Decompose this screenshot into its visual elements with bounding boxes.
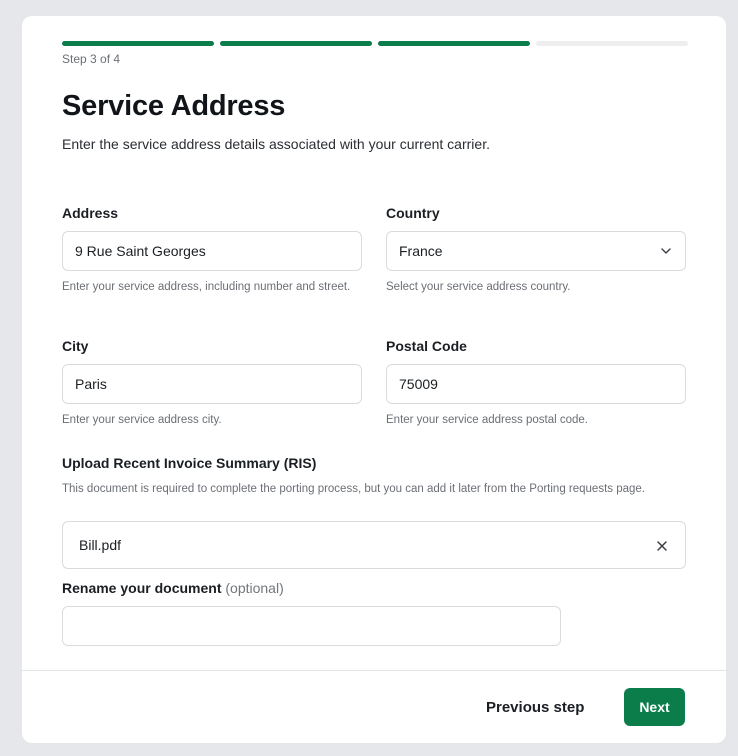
upload-help: This document is required to complete th… <box>62 483 645 495</box>
wizard-card: Step 3 of 4 Service Address Enter the se… <box>22 16 726 743</box>
next-button[interactable]: Next <box>624 688 685 726</box>
country-help: Select your service address country. <box>386 281 571 293</box>
city-label: City <box>62 338 89 354</box>
chevron-down-icon <box>661 248 671 254</box>
address-help: Enter your service address, including nu… <box>62 281 351 293</box>
rename-label-text: Rename your document <box>62 580 222 596</box>
optional-hint: (optional) <box>225 580 284 596</box>
progress-segment-1 <box>62 41 214 46</box>
footer-divider <box>22 670 726 671</box>
progress-bar <box>62 41 688 46</box>
page-subtitle: Enter the service address details associ… <box>62 136 490 152</box>
file-name: Bill.pdf <box>79 537 122 553</box>
address-input[interactable]: 9 Rue Saint Georges <box>62 231 362 271</box>
step-label: Step 3 of 4 <box>62 52 121 66</box>
address-label: Address <box>62 205 119 221</box>
page-title: Service Address <box>62 90 286 122</box>
postal-code-label: Postal Code <box>386 338 467 354</box>
close-icon[interactable] <box>655 539 669 553</box>
city-value: Paris <box>75 376 107 392</box>
city-help: Enter your service address city. <box>62 414 222 426</box>
uploaded-file: Bill.pdf <box>62 521 686 569</box>
rename-label: Rename your document (optional) <box>62 580 284 596</box>
previous-step-button[interactable]: Previous step <box>474 688 596 726</box>
country-select[interactable]: France <box>386 231 686 271</box>
progress-segment-3 <box>378 41 530 46</box>
upload-label: Upload Recent Invoice Summary (RIS) <box>62 455 317 471</box>
address-value: 9 Rue Saint Georges <box>75 243 206 259</box>
city-input[interactable]: Paris <box>62 364 362 404</box>
country-label: Country <box>386 205 440 221</box>
progress-segment-2 <box>220 41 372 46</box>
rename-input[interactable] <box>62 606 561 646</box>
country-value: France <box>399 243 443 259</box>
progress-segment-4 <box>536 41 688 46</box>
postal-code-input[interactable]: 75009 <box>386 364 686 404</box>
postal-code-value: 75009 <box>399 376 438 392</box>
postal-code-help: Enter your service address postal code. <box>386 414 588 426</box>
